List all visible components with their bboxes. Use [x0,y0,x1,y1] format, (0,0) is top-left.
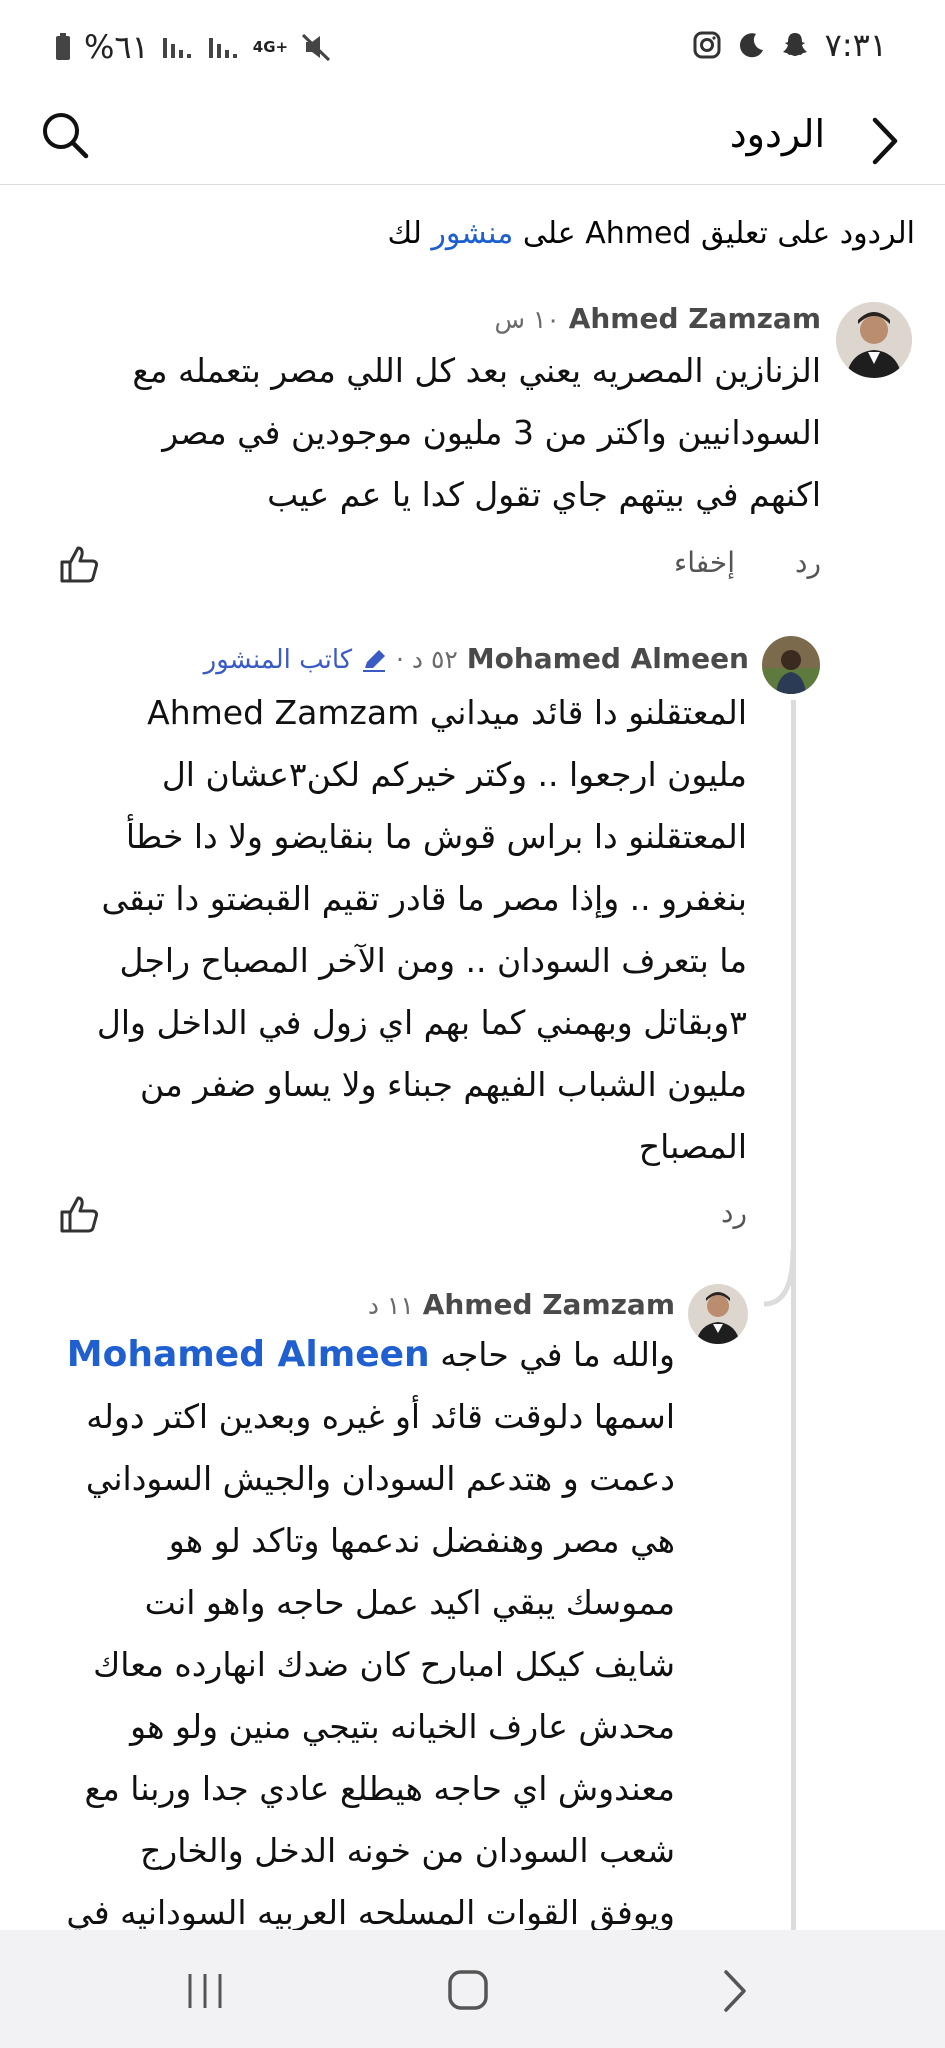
comment-body: الزنازين المصريه يعني بعد كل اللي مصر بت… [132,340,821,526]
comment-line: محدش عارف الخيانه بتيجي منين ولو هو [130,1707,675,1746]
like-icon[interactable] [58,544,100,584]
avatar[interactable] [762,636,820,694]
comment-line: السودانيين واكتر من 3 مليون موجودين في م… [162,413,821,452]
mention-link[interactable]: Mohamed Almeen [67,1334,430,1375]
comment-line: المعتقلنو دا قائد ميداني Ahmed Zamzam [147,693,747,732]
home-icon[interactable] [446,1968,490,2012]
author-badge: كاتب المنشور [203,645,353,675]
signal-icon-2 [208,38,237,58]
comment-time: ١١ د [367,1291,414,1320]
reply-button[interactable]: رد [721,1196,747,1229]
comment-line: مموسك يبقي اكيد عمل حاجه واهو انت [144,1583,675,1622]
comment-body: والله ما في حاجه Mohamed Almeen اسمها دل… [66,1324,675,1944]
comment-line: شعب السودان من خونه الدخل والخارج [139,1831,675,1870]
replies-context: الردود على تعليق Ahmed على منشور لك [387,216,915,251]
comment-line: المصباح [638,1127,747,1166]
reply-button[interactable]: رد [795,546,821,579]
search-icon[interactable] [38,108,92,162]
recent-apps-icon[interactable] [184,1970,226,2012]
comment-line: بنغفرو .. وإذا مصر ما قادر تقيم القبضتو … [101,879,747,918]
mute-icon [302,33,331,62]
context-suffix: لك [387,216,422,251]
reply-connector [763,1250,796,1307]
comment-time: ١٠ س [494,305,560,334]
comment-line: هي مصر وهنفضل ندعمها وتاكد لو هو [168,1521,675,1560]
comment-line: ٣وبقاتل وبهمني كما بهم اي زول في الداخل … [96,1003,747,1042]
comment-line: شايف كيكل امبارح كان ضدك انهارده معاك [93,1645,675,1684]
system-nav-bar [0,1930,945,2048]
hide-button[interactable]: إخفاء [674,546,735,579]
comment-header: Ahmed Zamzam ١٠ س [494,302,821,335]
signal-icon [162,38,191,58]
battery-icon [56,33,70,60]
pencil-icon [363,650,386,672]
comment-line: اكنهم في بيتهم جاي تقول كدا يا عم عيب [267,475,821,514]
status-time: ٧:٣١ [824,26,887,64]
comment-line: الزنازين المصريه يعني بعد كل اللي مصر بت… [132,351,821,390]
comment-author[interactable]: Mohamed Almeen [467,642,749,675]
avatar-image [688,1284,748,1344]
avatar-image [762,636,820,694]
like-icon[interactable] [58,1194,100,1234]
app-header: الردود [0,100,945,185]
avatar-image [836,302,912,378]
battery-percent: %٦١ [84,28,149,66]
reply-text-start: والله ما في حاجه [440,1335,675,1374]
comment-header: Mohamed Almeen ٥٢ د · كاتب المنشور [204,642,749,675]
context-prefix: الردود على تعليق Ahmed على [522,216,915,251]
status-right-icons [692,30,810,60]
thread-line [791,700,796,1930]
status-left-group: %٦١ 4G+ [54,28,332,66]
comment-line: ما بتعرف السودان .. ومن الآخر المصباح را… [119,941,747,980]
comment-line: اسمها دلوقت قائد أو غيره وبعدين اكتر دول… [86,1397,675,1436]
comment-line: مليون الشباب الفيهم جبناء ولا يساو ضفر م… [139,1065,747,1104]
comment-line: المعتقلنو دا براس قوش ما بنقايضو ولا دا … [125,817,747,856]
back-icon[interactable] [720,1968,750,2014]
comment-header: Ahmed Zamzam ١١ د [368,1288,675,1321]
avatar[interactable] [688,1284,748,1344]
comment-author[interactable]: Ahmed Zamzam [569,302,821,335]
avatar[interactable] [836,302,912,378]
status-bar: %٦١ 4G+ ٧:٣١ [0,0,945,100]
comment-body: المعتقلنو دا قائد ميداني Ahmed Zamzam مل… [97,682,747,1178]
comment-author[interactable]: Ahmed Zamzam [423,1288,675,1321]
moon-icon [739,33,763,58]
comment-time: ٥٢ د · [396,645,458,674]
page-title: الردود [729,112,825,156]
comment-line: مليون ارجعوا .. وكتر خيركم لكن٣عشان ال [161,755,747,794]
post-link[interactable]: منشور [431,216,513,251]
comment-line: معندوش اي حاجه هيطلع عادي جدا وربنا مع [84,1769,675,1808]
comment-line: والله ما في حاجه Mohamed Almeen [66,1324,675,1386]
network-type: 4G+ [252,38,289,56]
instagram-icon [693,31,721,59]
snapchat-icon [783,33,807,56]
chevron-right-icon[interactable] [865,114,905,168]
comment-line: دعمت و هتدعم السودان والجيش السوداني [85,1459,675,1498]
